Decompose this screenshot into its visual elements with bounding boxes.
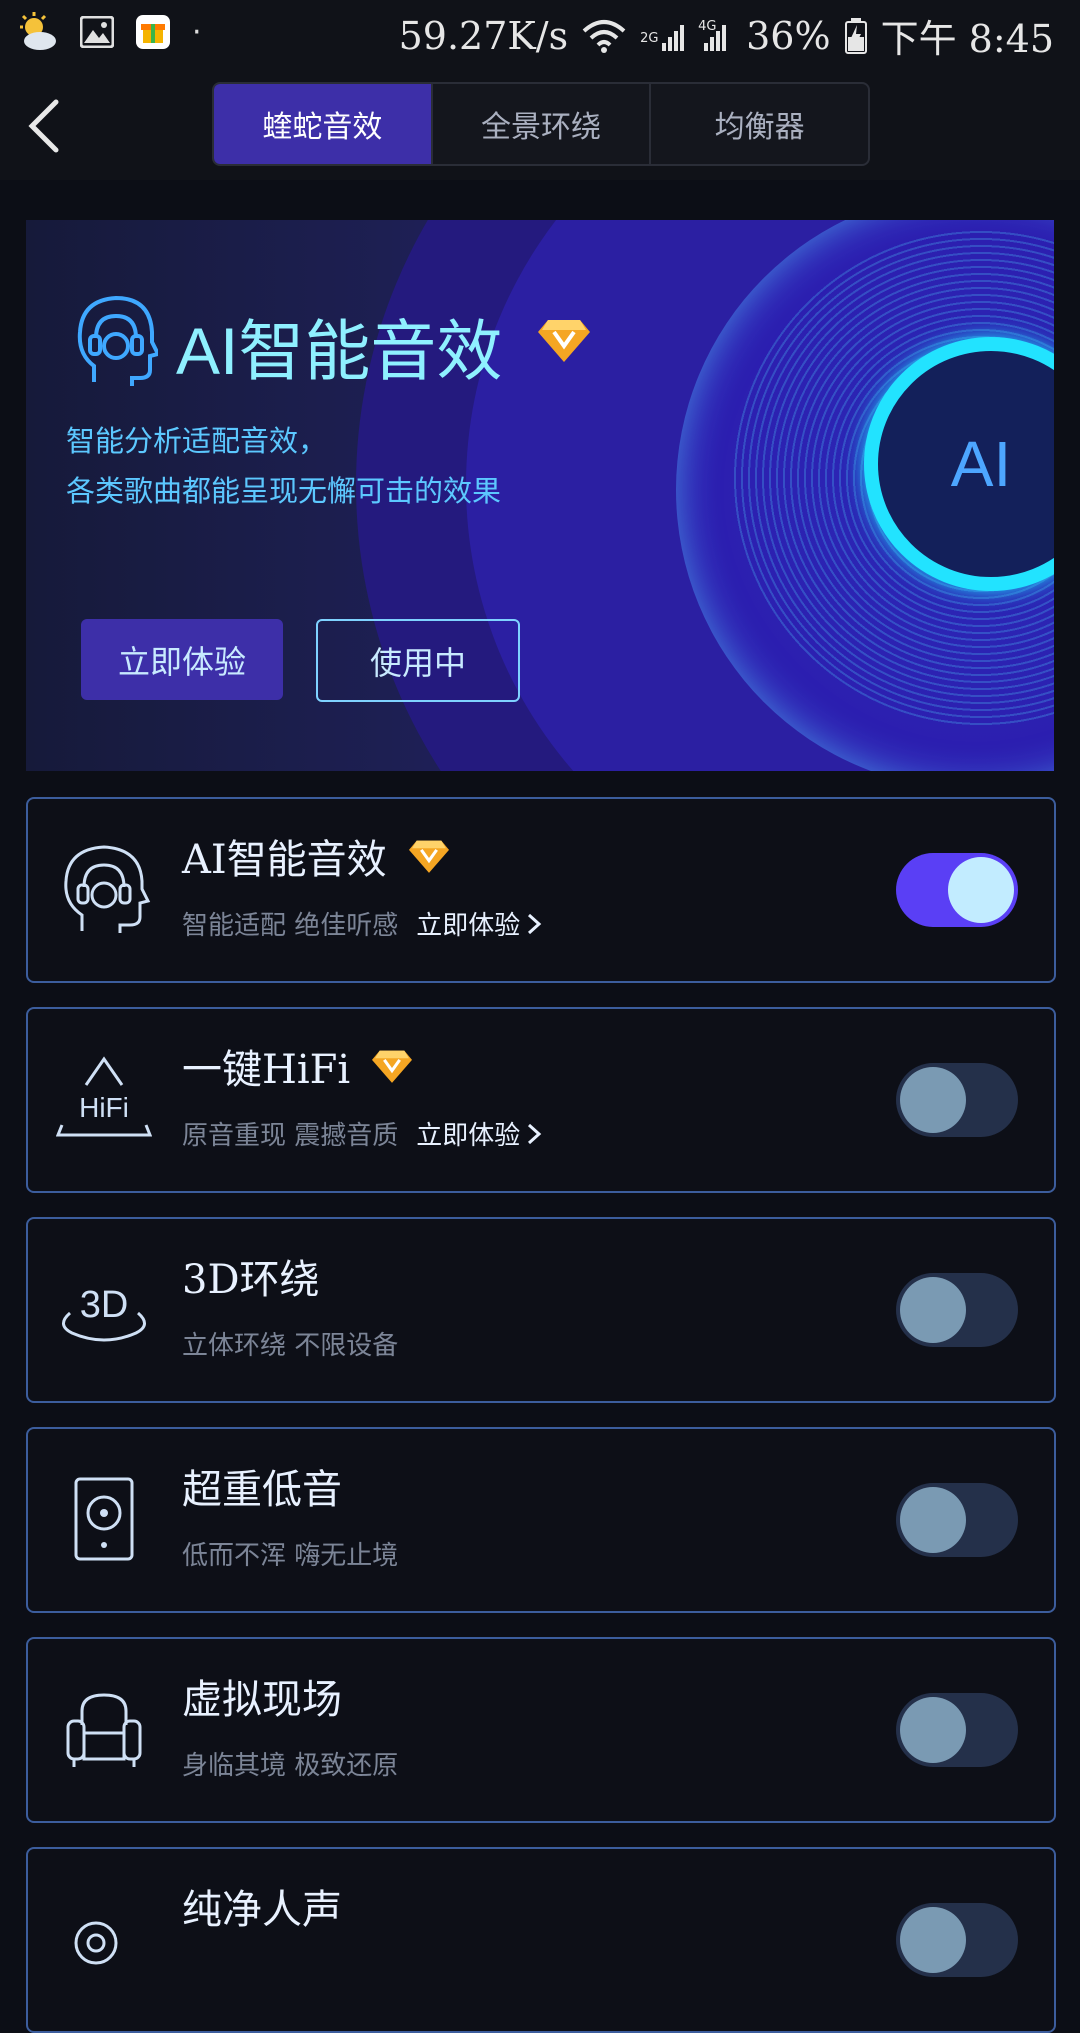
notification-icons: · bbox=[18, 12, 202, 52]
signal-2g-icon: 2G bbox=[640, 19, 685, 53]
effect-subtitle: 原音重现 震撼音质 立即体验 bbox=[182, 1115, 542, 1152]
voice-icon bbox=[74, 1921, 118, 1965]
toggle-knob bbox=[900, 1277, 966, 1343]
try-now-link[interactable]: 立即体验 bbox=[416, 1115, 542, 1152]
effect-title: 纯净人声 bbox=[182, 1877, 342, 1935]
ai-effect-banner: AI AI智能音效 智能分析适配音效， 各类歌曲都能呈现无懈可击的效果 立即体验… bbox=[26, 220, 1054, 771]
toggle-knob bbox=[948, 857, 1014, 923]
effect-subtitle: 立体环绕 不限设备 bbox=[182, 1325, 398, 1362]
toggle-ai-effect[interactable] bbox=[896, 853, 1018, 927]
try-now-button[interactable]: 立即体验 bbox=[81, 619, 283, 700]
gallery-icon bbox=[80, 16, 114, 48]
effect-title-text: 一键HiFi bbox=[182, 1047, 351, 1093]
effect-card-voice[interactable]: 纯净人声 bbox=[26, 1847, 1056, 2033]
toggle-knob bbox=[900, 1697, 966, 1763]
toggle-knob bbox=[900, 1487, 966, 1553]
tab-panoramic-surround[interactable]: 全景环绕 bbox=[433, 84, 652, 164]
battery-percent: 36% bbox=[746, 13, 831, 58]
effect-title: 3D环绕 bbox=[182, 1247, 320, 1305]
speaker-icon bbox=[74, 1477, 134, 1561]
effect-card-live[interactable]: 虚拟现场 身临其境 极致还原 bbox=[26, 1637, 1056, 1823]
effect-title-text: 超重低音 bbox=[182, 1467, 342, 1513]
try-now-link-text: 立即体验 bbox=[416, 1121, 521, 1151]
effect-subtitle-text: 智能适配 绝佳听感 bbox=[182, 911, 399, 941]
vip-gem-icon bbox=[538, 320, 590, 362]
chevron-right-icon bbox=[528, 913, 542, 934]
3d-icon: 3D bbox=[62, 1284, 146, 1342]
signal-4g-icon: 4G bbox=[698, 19, 732, 53]
toggle-super-bass[interactable] bbox=[896, 1483, 1018, 1557]
clock: 下午 8:45 bbox=[880, 17, 1054, 61]
header: 蝰蛇音效 全景环绕 均衡器 bbox=[0, 66, 1080, 180]
effect-subtitle: 智能适配 绝佳听感 立即体验 bbox=[182, 905, 542, 942]
effect-title-text: 纯净人声 bbox=[182, 1887, 342, 1933]
effect-title-text: 3D环绕 bbox=[182, 1257, 320, 1303]
head-icon bbox=[64, 845, 151, 933]
tab-viper-effects[interactable]: 蝰蛇音效 bbox=[214, 84, 433, 164]
status-dot: · bbox=[192, 14, 202, 50]
ai-circle-text: AI bbox=[950, 428, 1012, 500]
effect-title-text: AI智能音效 bbox=[182, 837, 387, 883]
banner-title: AI智能音效 bbox=[176, 314, 503, 388]
battery-icon bbox=[844, 17, 867, 54]
effect-subtitle-text: 身临其境 极致还原 bbox=[182, 1751, 399, 1781]
chevron-right-icon bbox=[528, 1123, 542, 1144]
3d-icon-label: 3D bbox=[80, 1284, 129, 1326]
effect-title: 超重低音 bbox=[182, 1457, 342, 1515]
hifi-icon: HiFi bbox=[56, 1056, 152, 1137]
in-use-button[interactable]: 使用中 bbox=[316, 619, 520, 702]
try-now-link-text: 立即体验 bbox=[416, 911, 521, 941]
effect-subtitle-text: 原音重现 震撼音质 bbox=[182, 1121, 399, 1151]
status-bar: · 59.27K/s 2G 4G 36% 下午 8:45 bbox=[0, 0, 1080, 66]
effect-card-bass[interactable]: 超重低音 低而不浑 嗨无止境 bbox=[26, 1427, 1056, 1613]
effect-title: AI智能音效 bbox=[182, 827, 449, 885]
banner-desc-line2: 各类歌曲都能呈现无懈可击的效果 bbox=[66, 474, 502, 508]
weather-icon bbox=[20, 12, 56, 50]
effect-card-3d[interactable]: 3D 3D环绕 立体环绕 不限设备 bbox=[26, 1217, 1056, 1403]
armchair-icon bbox=[66, 1693, 142, 1767]
toggle-pure-voice[interactable] bbox=[896, 1903, 1018, 1977]
status-right: 59.27K/s 2G 4G 36% 下午 8:45 bbox=[399, 8, 1054, 63]
tab-bar: 蝰蛇音效 全景环绕 均衡器 bbox=[212, 82, 870, 166]
effect-subtitle-text: 立体环绕 不限设备 bbox=[182, 1331, 399, 1361]
effect-subtitle: 身临其境 极致还原 bbox=[182, 1745, 398, 1782]
hifi-icon-label: HiFi bbox=[79, 1092, 129, 1123]
ai-head-icon bbox=[77, 295, 158, 386]
toggle-hifi[interactable] bbox=[896, 1063, 1018, 1137]
toggle-virtual-live[interactable] bbox=[896, 1693, 1018, 1767]
effect-card-hifi[interactable]: HiFi 一键HiFi 原音重现 震撼音质 立即体验 bbox=[26, 1007, 1056, 1193]
effect-subtitle-text: 低而不浑 嗨无止境 bbox=[182, 1541, 399, 1571]
vip-gem-icon bbox=[408, 840, 449, 873]
gift-app-icon bbox=[136, 15, 170, 49]
toggle-knob bbox=[900, 1067, 966, 1133]
effect-subtitle: 低而不浑 嗨无止境 bbox=[182, 1535, 398, 1572]
try-now-link[interactable]: 立即体验 bbox=[416, 905, 542, 942]
banner-description: 智能分析适配音效， 各类歌曲都能呈现无懈可击的效果 bbox=[66, 416, 501, 516]
effect-title: 一键HiFi bbox=[182, 1037, 413, 1095]
tab-equalizer[interactable]: 均衡器 bbox=[651, 84, 868, 164]
wifi-icon bbox=[582, 19, 626, 53]
back-arrow-icon[interactable] bbox=[20, 96, 70, 156]
effect-title: 虚拟现场 bbox=[182, 1667, 342, 1725]
effect-title-text: 虚拟现场 bbox=[182, 1677, 342, 1723]
effect-card-ai[interactable]: AI智能音效 智能适配 绝佳听感 立即体验 bbox=[26, 797, 1056, 983]
toggle-knob bbox=[900, 1907, 966, 1973]
banner-desc-line1: 智能分析适配音效， bbox=[66, 424, 328, 458]
vip-gem-icon bbox=[372, 1050, 413, 1083]
toggle-3d-surround[interactable] bbox=[896, 1273, 1018, 1347]
net-speed: 59.27K/s bbox=[398, 13, 569, 58]
